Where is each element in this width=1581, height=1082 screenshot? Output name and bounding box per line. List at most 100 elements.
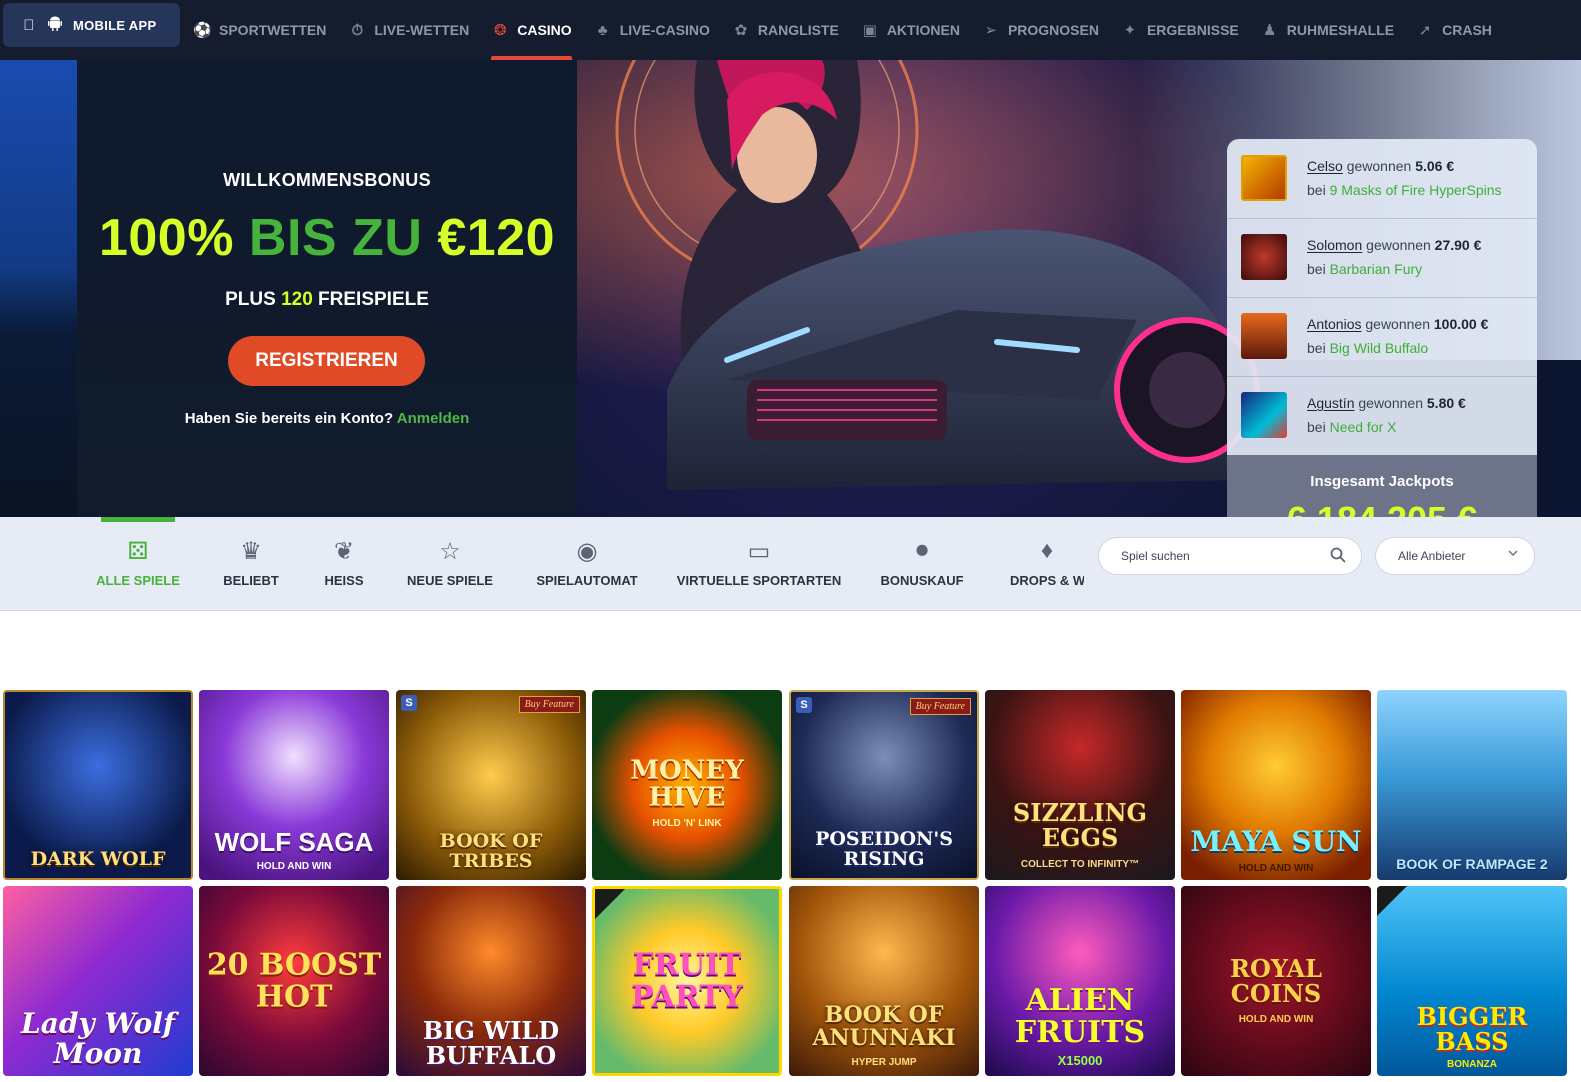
category-neue-spiele[interactable]: ☆ NEUE SPIELE [407, 517, 493, 611]
winner-item[interactable]: Antonios gewonnen 100.00 € bei Big Wild … [1227, 297, 1537, 377]
free-spins-prefix: PLUS [225, 289, 276, 310]
category-bar: ⚄ ALLE SPIELE ♛ BELIEBT ❦ HEISS ☆ NEUE S… [0, 517, 1581, 611]
nav-sportwetten[interactable]: ⚽ SPORTWETTEN [193, 0, 337, 60]
game-tile[interactable]: 20 BOOST HOT [199, 886, 389, 1076]
game-title: BIG WILD BUFFALO [422, 1015, 560, 1070]
winner-game-link[interactable]: Need for X [1330, 419, 1397, 435]
winner-name[interactable]: Celso [1307, 158, 1343, 174]
account-question: Haben Sie bereits ein Konto? [184, 410, 394, 427]
main-menu: ⚽ SPORTWETTEN ⏱ LIVE-WETTEN ❂ CASINO ♣ L… [193, 0, 1514, 60]
stopwatch-icon: ⏱ [351, 21, 364, 39]
money-bag-icon: ⚫ [911, 537, 933, 565]
game-title: BIGGER BASS [1416, 1001, 1528, 1056]
game-tile[interactable]: S Buy Feature BOOK OF TRIBES [396, 690, 586, 880]
nav-prognosen[interactable]: ➢ PROGNOSEN [982, 0, 1110, 60]
nav-crash[interactable]: ➚ CRASH [1416, 0, 1503, 60]
category-heiss[interactable]: ❦ HEISS [307, 517, 381, 611]
nav-label: RANGLISTE [757, 22, 839, 38]
welcome-bonus-label: WILLKOMMENSBONUS [223, 170, 431, 190]
nav-live-casino[interactable]: ♣ LIVE-CASINO [594, 0, 721, 60]
nav-label: ERGEBNISSE [1146, 22, 1239, 38]
chevron-down-icon [1506, 546, 1520, 563]
nav-label: LIVE-WETTEN [374, 22, 470, 38]
game-title: FRUIT PARTY [631, 947, 743, 1014]
nav-ruhmeshalle[interactable]: ♟ RUHMESHALLE [1261, 0, 1405, 60]
bonus-percent: 100% [98, 209, 234, 267]
game-tile[interactable]: ROYAL COINS HOLD AND WIN [1181, 886, 1371, 1076]
winner-name[interactable]: Antonios [1307, 316, 1361, 332]
won-text: gewonnen [1366, 237, 1431, 253]
category-virtuelle-sportarten[interactable]: ▭ VIRTUELLE SPORTARTEN [677, 517, 841, 611]
category-spielautomat[interactable]: ◉ SPIELAUTOMAT [536, 517, 637, 611]
bonus-upto: BIS ZU [248, 209, 423, 267]
winner-game-link[interactable]: Barbarian Fury [1330, 261, 1423, 277]
game-tile[interactable]: ALIEN FRUITS X15000 [985, 886, 1175, 1076]
provider-select[interactable]: Alle Anbieter [1375, 537, 1535, 575]
game-tile[interactable]: BOOK OF ANUNNAKI HYPER JUMP [789, 886, 979, 1076]
casino-chip-icon: ❂ [493, 22, 507, 39]
winner-item[interactable]: Celso gewonnen 5.06 € bei 9 Masks of Fir… [1227, 139, 1537, 219]
winner-item[interactable]: Solomon gewonnen 27.90 € bei Barbarian F… [1227, 218, 1537, 298]
winner-item[interactable]: Agustín gewonnen 5.80 € bei Need for X [1227, 376, 1537, 456]
login-link[interactable]: Anmelden [397, 410, 470, 427]
buy-feature-badge: Buy Feature [909, 698, 971, 715]
cursor-chart-icon: ➢ [984, 22, 998, 39]
category-label: SPIELAUTOMAT [536, 573, 638, 588]
active-indicator [101, 517, 175, 522]
game-subtitle: HYPER JUMP [851, 1057, 917, 1068]
category-label: BELIEBT [223, 573, 279, 588]
register-button[interactable]: REGISTRIEREN [228, 336, 425, 386]
provider-badge-icon: S [401, 695, 417, 711]
game-tile[interactable]: Lady Wolf Moon [3, 886, 193, 1076]
game-tile[interactable]: WOLF SAGA HOLD AND WIN [199, 690, 389, 880]
search-icon[interactable] [1329, 547, 1347, 565]
nav-label: SPORTWETTEN [219, 22, 327, 38]
free-spins-suffix: FREISPIELE [318, 289, 429, 310]
category-label: DROPS & WIN [1010, 573, 1084, 588]
game-title: 20 BOOST HOT [206, 947, 382, 1014]
nav-casino[interactable]: ❂ CASINO [491, 0, 582, 60]
hero-banner: WILLKOMMENSBONUS 100% BIS ZU €120 PLUS 1… [0, 60, 1581, 517]
nav-label: CRASH [1442, 22, 1492, 38]
category-label: VIRTUELLE SPORTARTEN [676, 573, 842, 588]
category-beliebt[interactable]: ♛ BELIEBT [214, 517, 288, 611]
nav-ergebnisse[interactable]: ✦ ERGEBNISSE [1121, 0, 1250, 60]
chili-pepper-icon: ❦ [333, 537, 355, 565]
game-subtitle: X15000 [1057, 1053, 1103, 1068]
game-title: BOOK OF ANUNNAKI [812, 1001, 956, 1051]
category-alle-spiele[interactable]: ⚄ ALLE SPIELE [96, 517, 180, 611]
game-tile[interactable]: FRUIT PARTY [592, 886, 782, 1076]
winner-name[interactable]: Solomon [1307, 237, 1362, 253]
game-thumbnail [1241, 392, 1287, 438]
game-tile[interactable]: S Buy Feature POSEIDON'S RISING [789, 690, 979, 880]
cherries-icon: ◉ [576, 537, 598, 565]
game-tile[interactable]: SIZZLING EGGS COLLECT TO INFINITY™ [985, 690, 1175, 880]
dice-icon: ⚄ [127, 537, 149, 565]
game-tile[interactable]: BIGGER BASS BONANZA [1377, 886, 1567, 1076]
android-icon [47, 16, 63, 35]
game-subtitle: HOLD AND WIN [256, 861, 332, 872]
nav-rangliste[interactable]: ✿ RANGLISTE [732, 0, 850, 60]
game-tile[interactable]: BIG WILD BUFFALO [396, 886, 586, 1076]
winner-game-link[interactable]: Big Wild Buffalo [1330, 340, 1429, 356]
game-tile[interactable]: BOOK OF RAMPAGE 2 [1377, 690, 1567, 880]
search-input[interactable] [1121, 538, 1321, 574]
game-title: POSEIDON'S RISING [815, 828, 953, 871]
bonus-amount: 100% BIS ZU €120 [77, 208, 577, 268]
game-tile[interactable]: MAYA SUN HOLD AND WIN [1181, 690, 1371, 880]
category-bonuskauf[interactable]: ⚫ BONUSKAUF [880, 517, 963, 611]
winner-game-link[interactable]: 9 Masks of Fire HyperSpins [1330, 182, 1502, 198]
nav-aktionen[interactable]: ▣ AKTIONEN [861, 0, 971, 60]
game-tile[interactable]: DARK WOLF [3, 690, 193, 880]
winner-name[interactable]: Agustín [1307, 395, 1354, 411]
jackpot-total: Insgesamt Jackpots 6 184 205 € [1227, 455, 1537, 517]
game-tile[interactable]: MONEY HIVE HOLD 'N' LINK [592, 690, 782, 880]
category-drops-win[interactable]: ♦ DROPS & WIN [1010, 517, 1084, 611]
won-text: gewonnen [1365, 316, 1430, 332]
mobile-app-button[interactable]:  MOBILE APP [3, 3, 180, 47]
nav-label: LIVE-CASINO [619, 22, 710, 38]
game-title: ROYAL COINS [1230, 953, 1322, 1008]
at-text: bei [1307, 261, 1326, 277]
nav-live-wetten[interactable]: ⏱ LIVE-WETTEN [348, 0, 480, 60]
recent-winners-card: Celso gewonnen 5.06 € bei 9 Masks of Fir… [1227, 139, 1537, 517]
